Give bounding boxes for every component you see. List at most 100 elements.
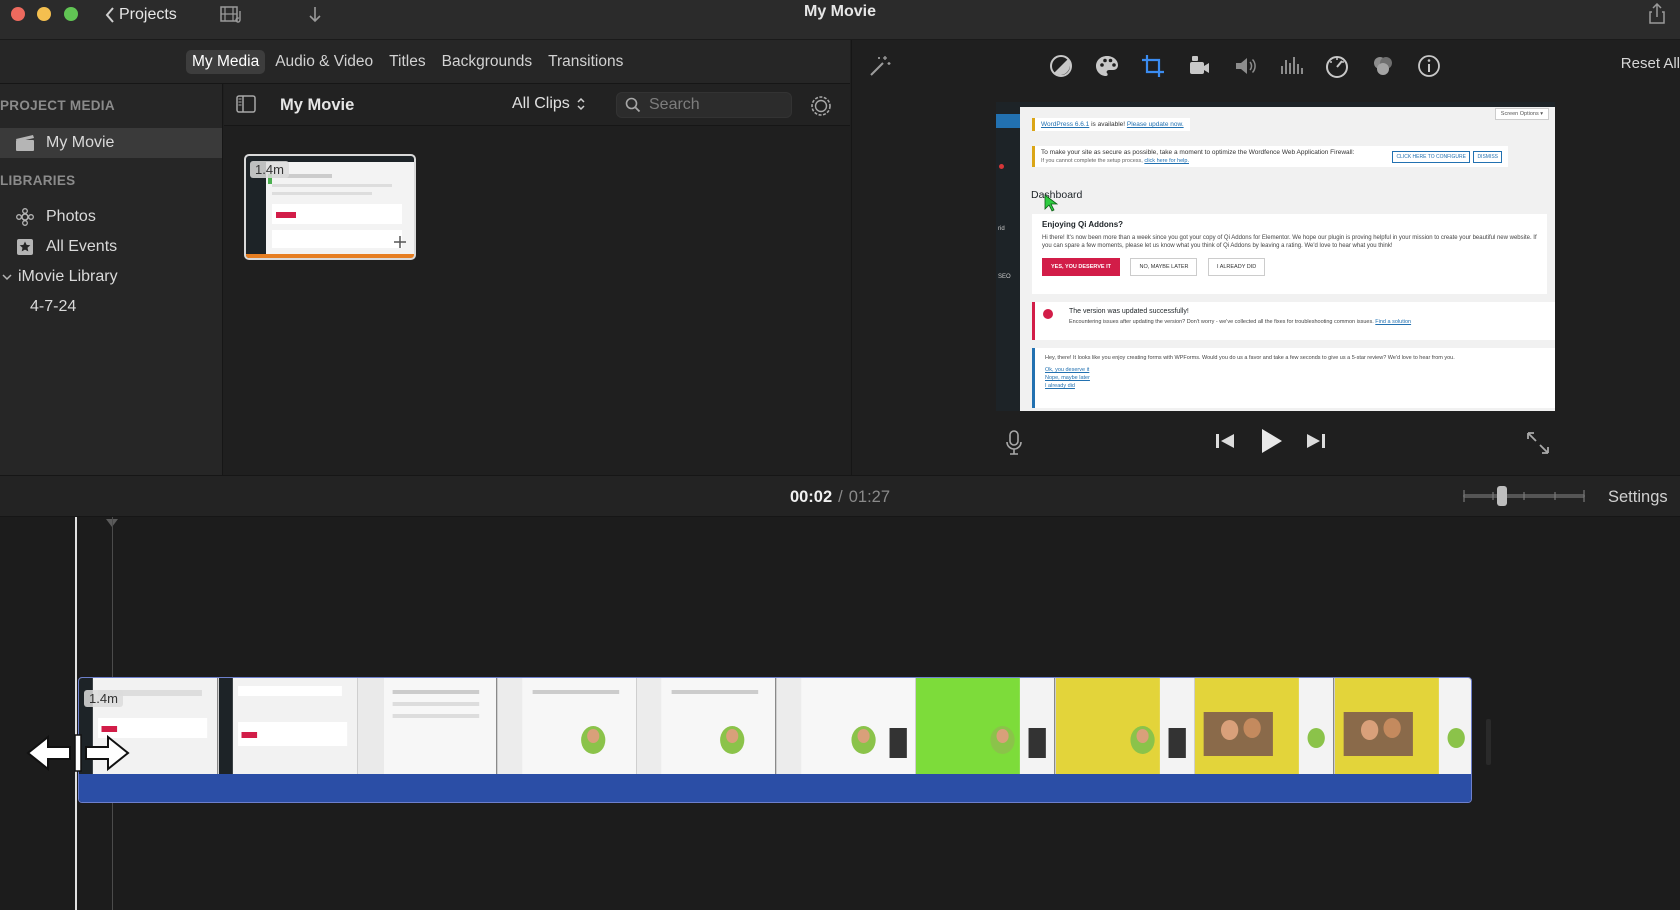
- star-icon: [14, 236, 36, 258]
- tab-my-media[interactable]: My Media: [186, 49, 266, 74]
- add-clip-icon[interactable]: [392, 234, 408, 250]
- clip-audio-band: [79, 774, 1471, 802]
- preview-version-link: Find a solution: [1375, 319, 1412, 325]
- mouse-cursor-icon: [1044, 194, 1058, 212]
- reset-all-button[interactable]: Reset All: [1621, 55, 1680, 72]
- preview-wpforms-body: Hey, there! It looks like you enjoy crea…: [1045, 355, 1455, 361]
- zoom-slider-knob[interactable]: [1497, 486, 1507, 506]
- skip-back-icon: [1216, 434, 1234, 448]
- viewer-panel: Reset All rid SEO Screen Options ▾ WordP…: [851, 40, 1680, 475]
- tab-audio-video[interactable]: Audio & Video: [269, 50, 379, 74]
- preview-qi-body: Hi there! It's now been more than a week…: [1042, 235, 1537, 249]
- play-button[interactable]: [1256, 426, 1286, 456]
- preview-version-card: The version was updated successfully! En…: [1032, 302, 1555, 340]
- enhance-wand-icon[interactable]: [866, 52, 894, 80]
- search-input[interactable]: [649, 96, 779, 114]
- color-correction-icon[interactable]: [1093, 52, 1121, 80]
- clip-duration-badge: 1.4m: [250, 161, 289, 178]
- project-media-heading: PROJECT MEDIA: [0, 98, 115, 113]
- speed-icon[interactable]: [1323, 52, 1351, 80]
- total-duration: 01:27: [848, 488, 891, 506]
- browser-title: My Movie: [280, 96, 355, 114]
- preview-update-text: is available!: [1091, 121, 1126, 128]
- preview-admin-bar: [996, 102, 1555, 107]
- search-icon: [625, 97, 641, 113]
- sidebar-item-my-movie[interactable]: My Movie: [0, 128, 222, 158]
- timeline-end-handle[interactable]: [1486, 719, 1491, 765]
- preview-version-logo: [1043, 309, 1053, 319]
- preview-firewall-sub-text: If you cannot complete the setup process…: [1041, 158, 1143, 164]
- preview-sidebar-label-seo: SEO: [998, 274, 1011, 280]
- sidebar-item-photos[interactable]: Photos: [0, 202, 222, 232]
- timeline-zoom-slider[interactable]: [1463, 486, 1585, 506]
- clip-used-bar: [246, 254, 414, 258]
- libraries-heading: LIBRARIES: [0, 173, 76, 188]
- skip-forward-button[interactable]: [1301, 426, 1331, 456]
- preview-update-link: Please update now.: [1126, 121, 1184, 128]
- preview-did-button: I ALREADY DID: [1207, 258, 1266, 276]
- clip-filmstrip: [79, 678, 1471, 774]
- timeline-header: 00:02 / 01:27 Settings: [0, 475, 1680, 517]
- playhead[interactable]: [75, 517, 77, 910]
- preview-admin-sidebar: rid SEO: [996, 102, 1020, 411]
- filmstrip-frame: [1055, 678, 1195, 774]
- sidebar-item-event[interactable]: 4-7-24: [0, 292, 222, 322]
- photos-icon: [14, 206, 36, 228]
- video-preview[interactable]: rid SEO Screen Options ▾ WordPress 6.6.1…: [996, 102, 1555, 411]
- clapperboard-icon: [14, 132, 36, 154]
- sidebar-item-label: 4-7-24: [30, 298, 77, 315]
- tab-titles[interactable]: Titles: [383, 50, 431, 74]
- sidebar-item-imovie-library[interactable]: iMovie Library: [0, 262, 222, 292]
- timeline[interactable]: 1.4m: [0, 517, 1680, 910]
- preview-qi-addons-card: Enjoying Qi Addons? Hi there! It's now b…: [1032, 214, 1547, 294]
- tab-transitions[interactable]: Transitions: [542, 50, 629, 74]
- window-title: My Movie: [803, 3, 876, 20]
- current-time: 00:02: [789, 488, 833, 506]
- sidebar-item-all-events[interactable]: All Events: [0, 232, 222, 262]
- preview-wpforms-link-did: I already did: [1045, 383, 1075, 389]
- preview-wpforms-link-later: Nope, maybe later: [1045, 375, 1090, 381]
- share-icon[interactable]: [1646, 2, 1668, 25]
- filmstrip-frame: [218, 678, 358, 774]
- trim-cursor-icon: [26, 734, 130, 772]
- tab-backgrounds[interactable]: Backgrounds: [436, 50, 538, 74]
- timeline-clip[interactable]: 1.4m: [78, 677, 1472, 803]
- search-box[interactable]: [616, 92, 792, 118]
- preview-firewall-help-link: click here for help.: [1144, 158, 1189, 164]
- preview-configure-button: CLICK HERE TO CONFIGURE: [1392, 151, 1470, 163]
- preview-yes-button: YES, YOU DESERVE IT: [1042, 258, 1121, 276]
- preview-update-notice: WordPress 6.6.1 is available! Please upd…: [1032, 118, 1190, 131]
- sidebar-toggle-icon[interactable]: [236, 95, 256, 113]
- volume-icon[interactable]: [1231, 52, 1259, 80]
- preview-version-body-text: Encountering issues after updating the v…: [1069, 319, 1374, 325]
- crop-icon[interactable]: [1139, 52, 1167, 80]
- timeline-clip-duration: 1.4m: [84, 690, 123, 707]
- gear-icon[interactable]: [809, 94, 833, 118]
- preview-version-body: Encountering issues after updating the v…: [1069, 318, 1545, 326]
- info-icon[interactable]: [1415, 52, 1443, 80]
- media-clip-thumbnail[interactable]: 1.4m: [244, 154, 416, 260]
- sidebar-item-label: Photos: [46, 208, 96, 225]
- timeline-settings-button[interactable]: Settings: [1608, 488, 1668, 507]
- stabilization-icon[interactable]: [1185, 52, 1213, 80]
- microphone-icon[interactable]: [1004, 430, 1024, 456]
- preview-sidebar-active: [996, 114, 1020, 128]
- clip-filter-select[interactable]: All Clips: [512, 95, 586, 113]
- clip-filter-icon[interactable]: [1369, 52, 1397, 80]
- clip-filter-label: All Clips: [512, 95, 570, 112]
- filmstrip-frame: [637, 678, 777, 774]
- equalizer-icon[interactable]: [1277, 52, 1305, 80]
- preview-version-title: The version was updated successfully!: [1069, 308, 1189, 315]
- preview-dismiss-button: DISMISS: [1473, 151, 1502, 163]
- timecode-display: 00:02 / 01:27: [0, 488, 1680, 507]
- color-balance-icon[interactable]: [1047, 52, 1075, 80]
- fullscreen-icon[interactable]: [1525, 430, 1551, 456]
- libraries-sidebar: PROJECT MEDIA My Movie LIBRARIES Photos …: [0, 84, 223, 475]
- filmstrip-frame: [1195, 678, 1335, 774]
- filmstrip-frame: [916, 678, 1056, 774]
- skip-back-button[interactable]: [1210, 426, 1240, 456]
- media-browser: My Movie All Clips 1.4m: [224, 84, 850, 475]
- chevron-down-icon[interactable]: [2, 273, 12, 281]
- preview-sidebar-label-rid: rid: [998, 226, 1005, 232]
- preview-screen-options: Screen Options ▾: [1494, 108, 1549, 120]
